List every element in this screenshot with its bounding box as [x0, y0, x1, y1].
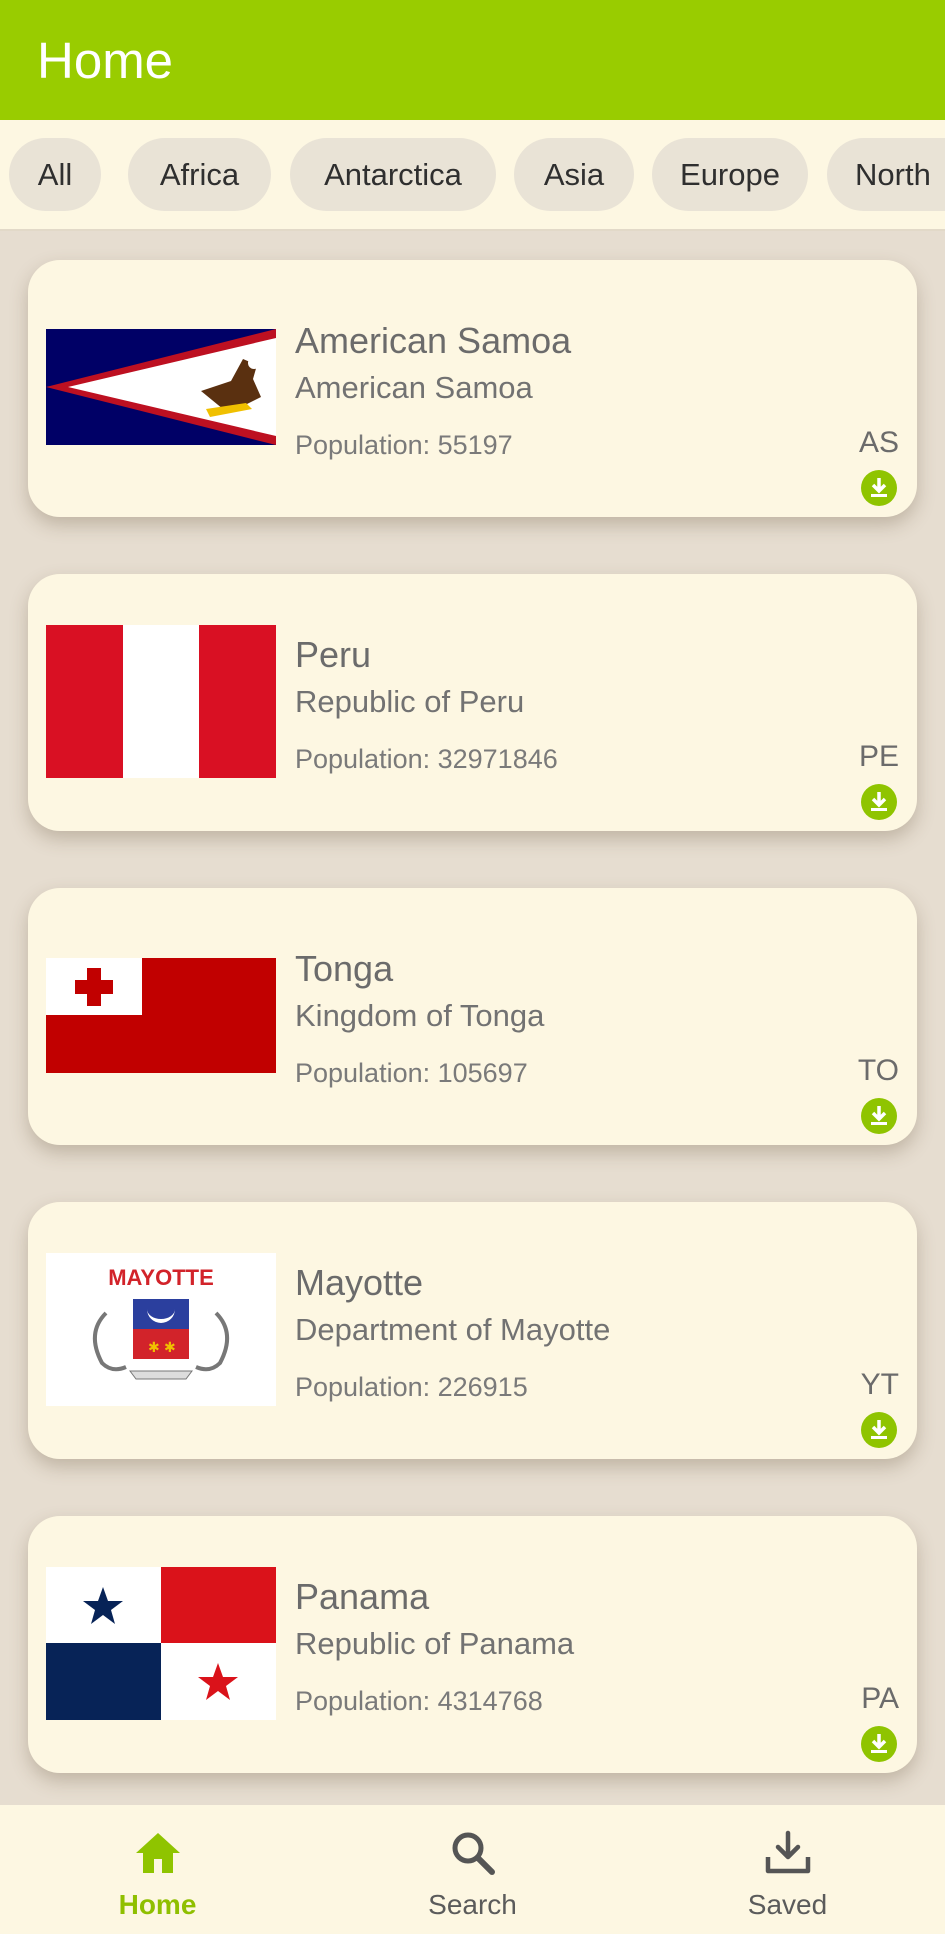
home-icon	[135, 1833, 180, 1873]
country-code: PE	[858, 740, 899, 773]
country-code: YT	[860, 1368, 899, 1401]
download-icon[interactable]	[861, 1412, 897, 1448]
svg-text:✱: ✱	[148, 1339, 160, 1355]
nav-saved-label: Saved	[747, 1889, 828, 1920]
country-population: Population: 32971846	[295, 744, 558, 774]
country-list[interactable]: American Samoa American Samoa Population…	[0, 231, 945, 1805]
country-name: Tonga	[295, 948, 394, 989]
peru-flag	[46, 625, 276, 778]
country-official-name: American Samoa	[295, 370, 533, 405]
nav-search-label: Search	[428, 1889, 517, 1920]
app-bar: Home	[0, 0, 945, 120]
country-population: Population: 55197	[295, 430, 513, 460]
chip-all[interactable]: All	[9, 138, 101, 211]
panama-flag	[46, 1567, 276, 1720]
download-icon[interactable]	[861, 784, 897, 820]
country-population: Population: 105697	[295, 1058, 528, 1088]
download-icon[interactable]	[861, 470, 897, 506]
chip-antarctica[interactable]: Antarctica	[290, 138, 496, 211]
country-code: AS	[858, 426, 899, 459]
region-filter-bar[interactable]: All Africa Antarctica Asia Europe North	[0, 120, 945, 231]
country-card[interactable]: American Samoa American Samoa Population…	[28, 260, 917, 517]
country-card[interactable]: Panama Republic of Panama Population: 43…	[28, 1516, 917, 1773]
country-official-name: Republic of Panama	[295, 1626, 575, 1661]
chip-north-america[interactable]: North	[827, 138, 945, 211]
country-name: Panama	[295, 1576, 430, 1617]
country-card[interactable]: MAYOTTE ✱ ✱ Mayotte Department of Mayott…	[28, 1202, 917, 1459]
american-samoa-flag	[46, 329, 276, 445]
country-card[interactable]: Tonga Kingdom of Tonga Population: 10569…	[28, 888, 917, 1145]
country-code: TO	[857, 1054, 899, 1087]
svg-text:MAYOTTE: MAYOTTE	[108, 1265, 214, 1290]
nav-saved[interactable]: Saved	[630, 1805, 945, 1934]
country-official-name: Department of Mayotte	[295, 1312, 611, 1347]
search-icon	[452, 1832, 495, 1875]
country-official-name: Republic of Peru	[295, 684, 525, 719]
country-name: American Samoa	[295, 320, 572, 361]
chip-europe[interactable]: Europe	[652, 138, 808, 211]
country-population: Population: 4314768	[295, 1686, 543, 1716]
svg-text:✱: ✱	[164, 1339, 176, 1355]
tonga-flag	[46, 958, 276, 1073]
bottom-navigation: Home Search Saved	[0, 1805, 945, 1934]
chip-africa[interactable]: Africa	[128, 138, 271, 211]
country-name: Mayotte	[295, 1262, 424, 1303]
chip-asia[interactable]: Asia	[514, 138, 634, 211]
country-name: Peru	[295, 634, 372, 675]
download-icon[interactable]	[861, 1726, 897, 1762]
country-card[interactable]: Peru Republic of Peru Population: 329718…	[28, 574, 917, 831]
country-official-name: Kingdom of Tonga	[295, 998, 545, 1033]
mayotte-flag: MAYOTTE ✱ ✱	[46, 1253, 276, 1406]
page-title: Home	[37, 31, 174, 89]
country-code: PA	[861, 1682, 899, 1715]
download-icon[interactable]	[861, 1098, 897, 1134]
nav-home-label: Home	[118, 1889, 197, 1920]
country-population: Population: 226915	[295, 1372, 528, 1402]
nav-home[interactable]: Home	[0, 1805, 315, 1934]
nav-search[interactable]: Search	[315, 1805, 630, 1934]
download-icon	[765, 1830, 810, 1874]
